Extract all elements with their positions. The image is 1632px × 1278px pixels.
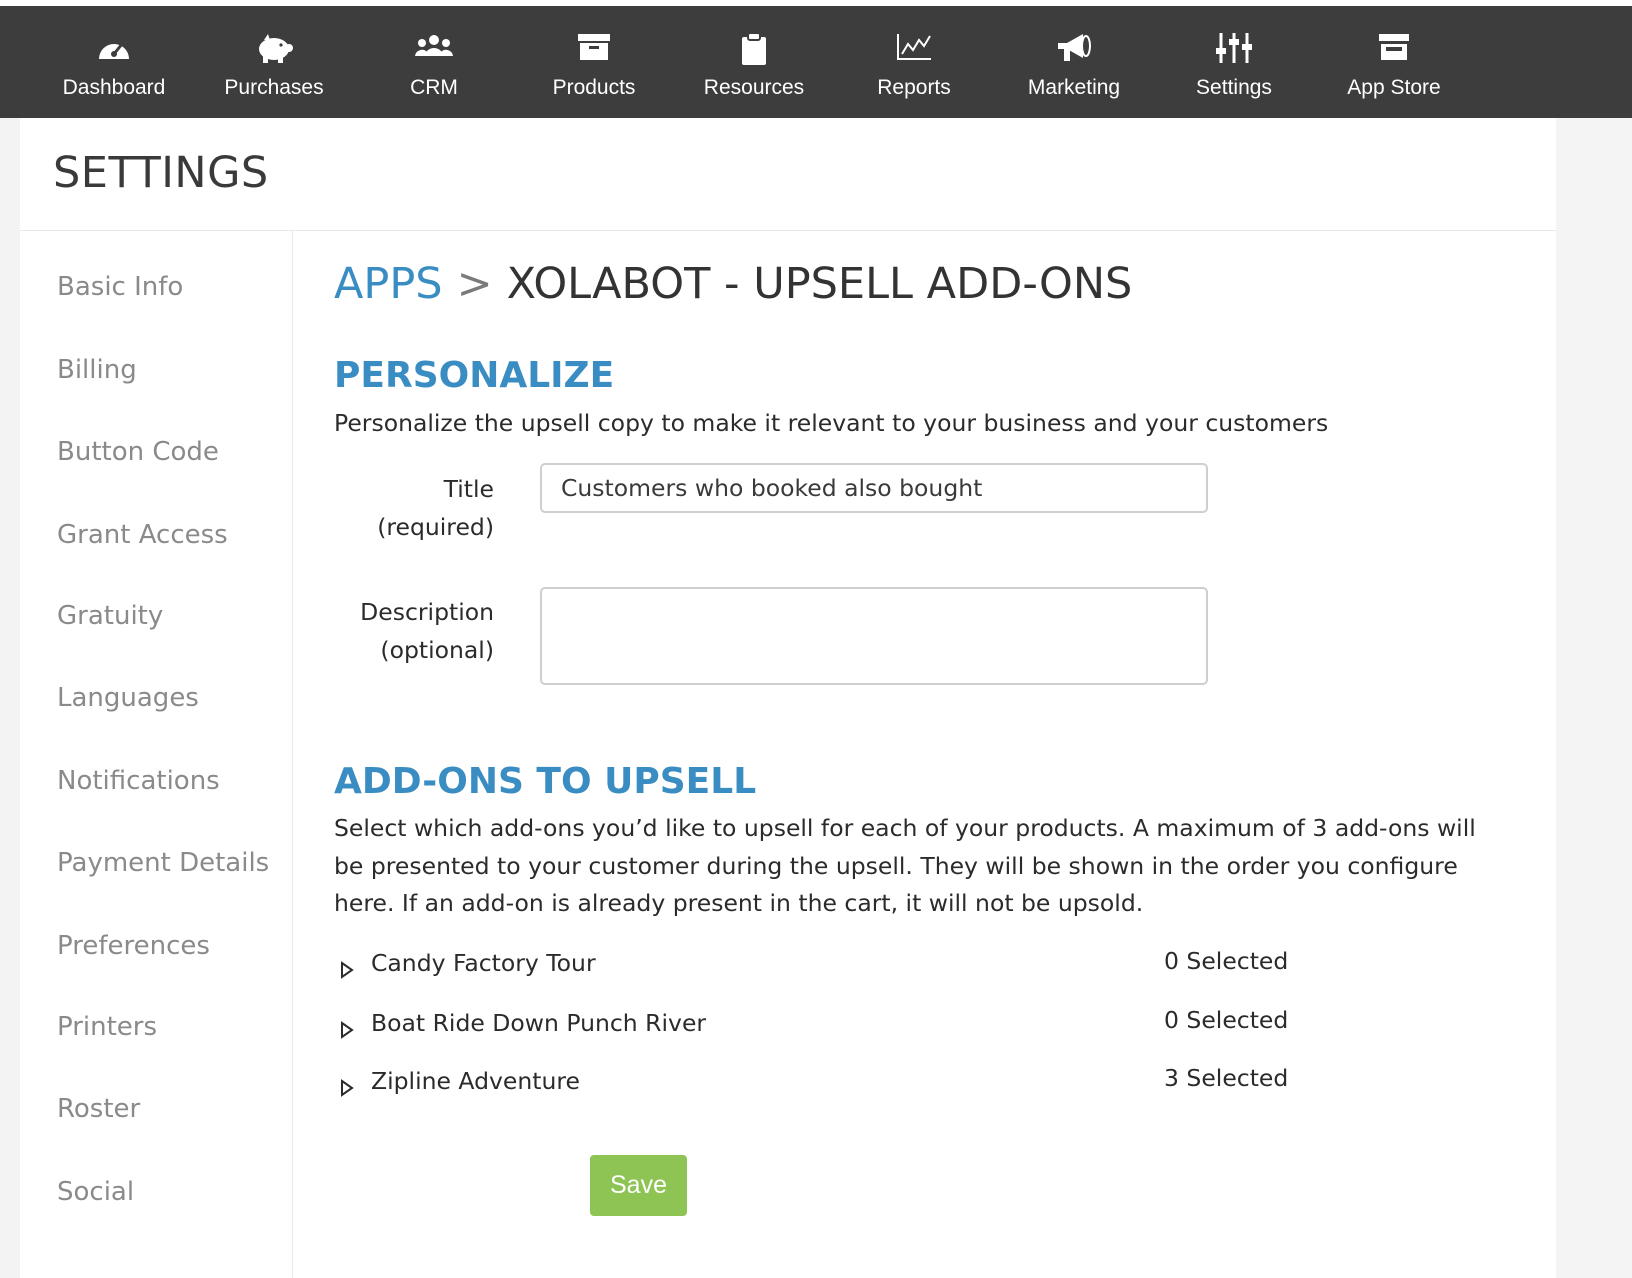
nav-label: Purchases [224, 76, 324, 99]
personalize-heading: PERSONALIZE [334, 355, 615, 396]
title-label-text: Title [443, 475, 494, 503]
description-label-text: Description [360, 598, 494, 626]
nav-purchases[interactable]: Purchases [191, 6, 357, 118]
addons-intro-line-2: be presented to your customer during the… [334, 852, 1458, 880]
nav-label: Reports [877, 76, 951, 99]
nav-resources[interactable]: Resources [671, 6, 837, 118]
sidebar-item-basic-info[interactable]: Basic Info [57, 272, 183, 302]
addon-name: Zipline Adventure [371, 1067, 580, 1095]
nav-label: Resources [703, 76, 805, 99]
addon-name: Candy Factory Tour [371, 949, 596, 977]
sidebar-item-button-code[interactable]: Button Code [57, 437, 219, 467]
title-label-required: (required) [377, 512, 494, 541]
description-label-optional: (optional) [380, 635, 494, 664]
sidebar-item-roster[interactable]: Roster [57, 1094, 140, 1124]
settings-panel: SETTINGS Basic Info Billing Button Code … [20, 118, 1556, 1278]
nav-label: Settings [1196, 76, 1272, 99]
sidebar-item-grant-access[interactable]: Grant Access [57, 520, 228, 550]
nav-reports[interactable]: Reports [831, 6, 997, 118]
expand-triangle-icon[interactable] [340, 961, 354, 979]
storefront-icon [1379, 34, 1409, 60]
sidebar-item-notifications[interactable]: Notifications [57, 766, 220, 796]
addon-row-zipline-adventure[interactable]: Zipline Adventure [340, 1067, 1300, 1107]
description-label: Description (optional) [294, 594, 494, 669]
addon-row-boat-ride[interactable]: Boat Ride Down Punch River [340, 1009, 1300, 1049]
nav-label: CRM [410, 76, 458, 99]
expand-triangle-icon[interactable] [340, 1021, 354, 1039]
piggy-bank-icon [259, 34, 293, 63]
sidebar-item-social[interactable]: Social [57, 1177, 134, 1207]
breadcrumb-apps-link[interactable]: APPS [334, 259, 443, 309]
clipboard-icon [742, 32, 766, 65]
personalize-intro: Personalize the upsell copy to make it r… [334, 409, 1329, 437]
sidebar-item-payment-details[interactable]: Payment Details [57, 848, 269, 878]
breadcrumb: APPS > XOLABOT - UPSELL ADD-ONS [334, 259, 1132, 309]
nav-products[interactable]: Products [511, 6, 677, 118]
sidebar-item-printers[interactable]: Printers [57, 1012, 157, 1042]
expand-triangle-icon[interactable] [340, 1079, 354, 1097]
addon-selected-count: 3 Selected [1164, 1064, 1289, 1092]
nav-label: Products [552, 76, 636, 99]
archive-box-icon [578, 34, 610, 60]
nav-label: App Store [1347, 76, 1441, 99]
nav-app-store[interactable]: App Store [1311, 6, 1477, 118]
nav-label: Marketing [1027, 76, 1121, 99]
title-label: Title (required) [294, 471, 494, 546]
nav-label: Dashboard [62, 76, 166, 99]
app-config-content: APPS > XOLABOT - UPSELL ADD-ONS PERSONALIZ… [294, 231, 1556, 1278]
right-gutter [1556, 118, 1632, 1278]
people-group-icon [415, 35, 453, 56]
description-textarea[interactable] [540, 587, 1208, 685]
breadcrumb-separator: > [456, 259, 493, 309]
sidebar-item-billing[interactable]: Billing [57, 355, 137, 385]
title-input[interactable] [540, 463, 1208, 513]
nav-settings[interactable]: Settings [1151, 6, 1317, 118]
nav-crm[interactable]: CRM [351, 6, 517, 118]
sliders-icon [1216, 33, 1252, 63]
addon-row-candy-factory-tour[interactable]: Candy Factory Tour [340, 949, 1300, 989]
megaphone-icon [1058, 34, 1091, 61]
line-chart-icon [897, 34, 931, 60]
addon-selected-count: 0 Selected [1164, 1006, 1289, 1034]
nav-marketing[interactable]: Marketing [991, 6, 1157, 118]
dashboard-gauge-icon [99, 42, 129, 59]
sidebar-item-languages[interactable]: Languages [57, 683, 199, 713]
settings-sidebar: Basic Info Billing Button Code Grant Acc… [20, 231, 293, 1278]
main-nav: Dashboard Purchases CRM Products Resourc… [0, 6, 1632, 118]
breadcrumb-current: XOLABOT - UPSELL ADD-ONS [506, 259, 1133, 309]
sidebar-item-preferences[interactable]: Preferences [57, 931, 210, 961]
addons-intro-line-3: here. If an add-on is already present in… [334, 889, 1144, 917]
nav-dashboard[interactable]: Dashboard [31, 6, 197, 118]
addons-heading: ADD-ONS TO UPSELL [334, 761, 757, 802]
addon-selected-count: 0 Selected [1164, 947, 1289, 975]
addon-name: Boat Ride Down Punch River [371, 1009, 707, 1037]
sidebar-item-gratuity[interactable]: Gratuity [57, 601, 163, 631]
addons-intro-line-1: Select which add-ons you’d like to upsel… [334, 814, 1476, 842]
page-title: SETTINGS [53, 148, 269, 198]
save-button[interactable]: Save [590, 1155, 687, 1216]
